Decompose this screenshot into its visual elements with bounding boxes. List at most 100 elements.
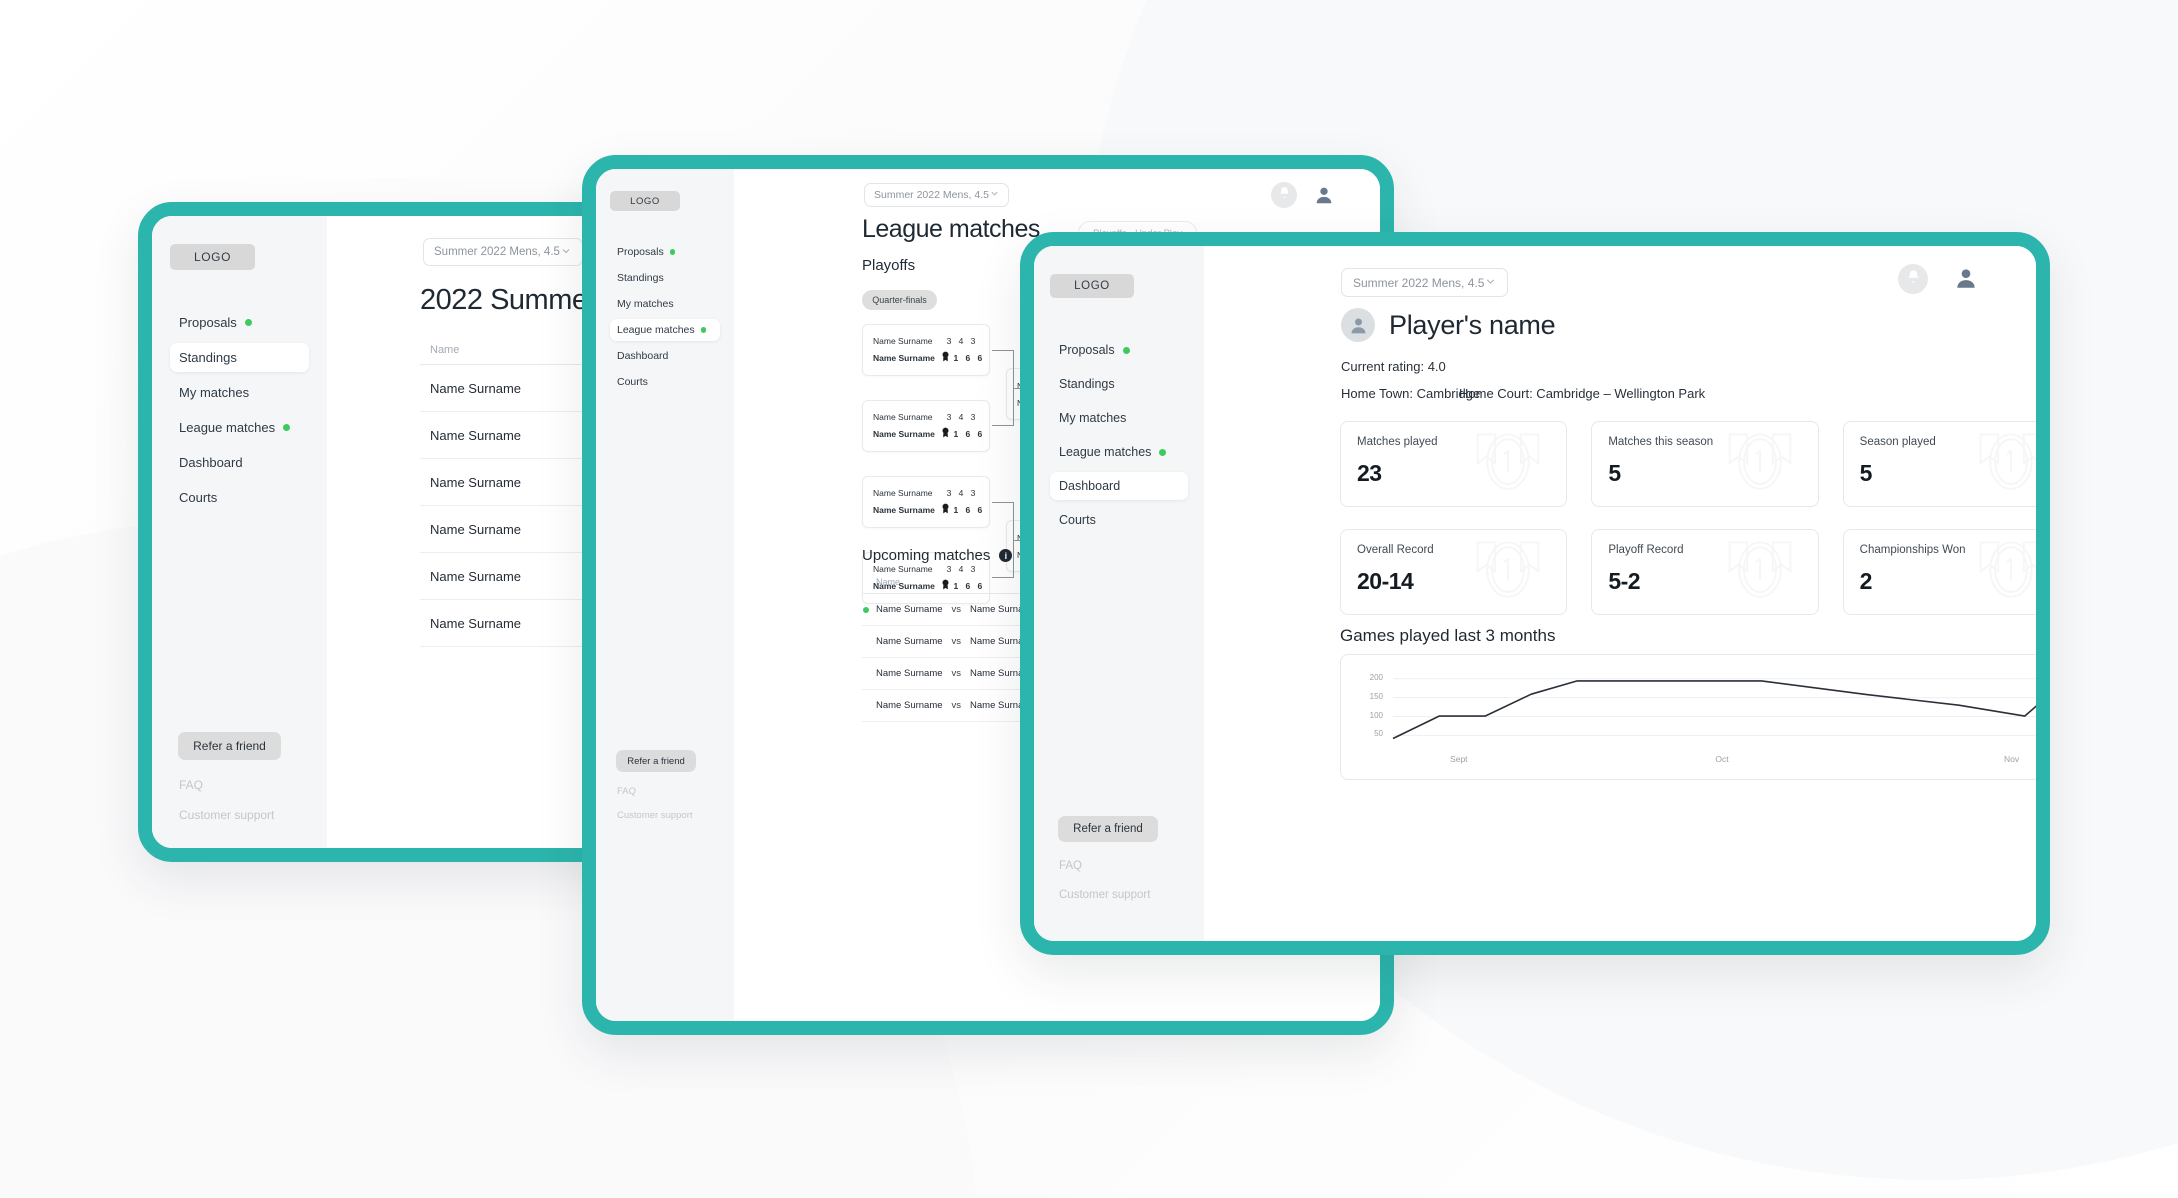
main-dashboard: Summer 2022 Mens, 4.5 Player's name Curr…: [1204, 246, 2036, 941]
sidebar-item-league-matches[interactable]: League matches: [170, 413, 309, 442]
logo[interactable]: LOGO: [170, 244, 255, 270]
medal-icon: [1712, 531, 1808, 610]
medal-icon: [1963, 423, 2036, 502]
status-dot-icon: [283, 424, 291, 431]
status-dot-icon: [700, 327, 707, 333]
sidebar-item-dashboard[interactable]: Dashboard: [1050, 472, 1188, 500]
faq-link[interactable]: FAQ: [617, 786, 696, 797]
page-title: League matches: [862, 215, 1040, 243]
sidebar-item-label: Proposals: [1059, 343, 1115, 357]
stat-card[interactable]: Season played 5: [1842, 421, 2036, 507]
sidebar-item-label: My matches: [179, 385, 250, 400]
current-rating: Current rating: 4.0: [1341, 359, 1446, 374]
status-dot-icon: [244, 319, 252, 326]
medal-icon: [1712, 423, 1808, 502]
nav-list: Proposals Standings My matches League ma…: [170, 308, 309, 512]
sidebar-item-label: Proposals: [617, 246, 664, 258]
nav-list: Proposals Standings My matches League ma…: [610, 241, 720, 393]
logo[interactable]: LOGO: [610, 191, 680, 211]
bracket-connector: [992, 350, 1014, 426]
status-dot-icon: [669, 249, 676, 255]
sidebar-item-proposals[interactable]: Proposals: [170, 308, 309, 337]
upcoming-heading-row: Upcoming matches i: [862, 547, 1013, 564]
window-dashboard[interactable]: LOGO Proposals Standings My matches Leag…: [1020, 232, 2050, 955]
sidebar-item-label: Dashboard: [179, 455, 243, 470]
stat-card[interactable]: Championships Won 2: [1842, 529, 2036, 615]
sidebar-item-proposals[interactable]: Proposals: [1050, 336, 1188, 364]
customer-support-link[interactable]: Customer support: [617, 810, 696, 821]
sidebar-item-label: Standings: [179, 350, 237, 365]
faq-link[interactable]: FAQ: [179, 778, 309, 792]
sidebar-item-dashboard[interactable]: Dashboard: [170, 448, 309, 477]
notifications-button[interactable]: [1898, 264, 1928, 294]
customer-support-link[interactable]: Customer support: [1059, 889, 1158, 901]
sidebar-item-label: My matches: [1059, 411, 1127, 425]
stat-card[interactable]: Matches played 23: [1340, 421, 1568, 507]
medal-icon: [1460, 423, 1556, 502]
sidebar-item-label: League matches: [617, 324, 695, 336]
refer-a-friend-button[interactable]: Refer a friend: [178, 732, 281, 760]
medal-icon: [1963, 531, 2036, 610]
live-dot-icon: [863, 607, 869, 613]
y-tick-label: 150: [1369, 691, 1383, 701]
season-select-value: Summer 2022 Mens, 4.5: [874, 189, 989, 201]
season-select[interactable]: Summer 2022 Mens, 4.5: [423, 238, 583, 266]
vs-label: vs: [951, 700, 962, 711]
home-player: Name Surname: [876, 636, 943, 647]
stat-card[interactable]: Playoff Record 5-2: [1591, 529, 1819, 615]
y-tick-label: 50: [1374, 729, 1383, 739]
account-button[interactable]: [1310, 181, 1338, 209]
season-select[interactable]: Summer 2022 Mens, 4.5: [864, 183, 1009, 207]
sidebar-item-courts[interactable]: Courts: [610, 371, 720, 393]
sidebar-item-courts[interactable]: Courts: [170, 483, 309, 512]
faq-link[interactable]: FAQ: [1059, 860, 1158, 872]
y-tick-label: 100: [1369, 710, 1383, 720]
chart-heading: Games played last 3 months: [1340, 626, 1556, 645]
sidebar-item-label: League matches: [179, 420, 276, 435]
season-select[interactable]: Summer 2022 Mens, 4.5: [1341, 268, 1508, 297]
round-tab-quarter-finals[interactable]: Quarter-finals: [862, 290, 937, 310]
logo[interactable]: LOGO: [1050, 274, 1134, 298]
sidebar-item-standings[interactable]: Standings: [170, 343, 309, 372]
bell-icon: [1278, 186, 1291, 204]
sidebar-item-label: Standings: [1059, 377, 1115, 391]
status-dot-icon: [1159, 448, 1167, 456]
sidebar-item-label: Dashboard: [617, 350, 669, 362]
account-button[interactable]: [1950, 262, 1982, 294]
season-select-value: Summer 2022 Mens, 4.5: [434, 246, 560, 258]
upcoming-heading: Upcoming matches: [862, 547, 991, 564]
sidebar-item-courts[interactable]: Courts: [1050, 506, 1188, 534]
home-player: Name Surname: [876, 668, 943, 679]
sidebar-item-label: Courts: [1059, 513, 1096, 527]
vs-label: vs: [951, 636, 962, 647]
sidebar-item-label: Dashboard: [1059, 479, 1121, 493]
sidebar-item-league-matches[interactable]: League matches: [1050, 438, 1188, 466]
sidebar-item-label: League matches: [1059, 445, 1152, 459]
sidebar-item-league-matches[interactable]: League matches: [610, 319, 720, 341]
x-tick-label: Sept: [1450, 754, 1468, 764]
bracket-connector: [992, 502, 1014, 578]
refer-a-friend-button[interactable]: Refer a friend: [616, 750, 696, 772]
refer-a-friend-button[interactable]: Refer a friend: [1058, 816, 1158, 842]
sidebar-item-dashboard[interactable]: Dashboard: [610, 345, 720, 367]
sidebar-league: LOGO Proposals Standings My matches Leag…: [596, 169, 734, 1021]
customer-support-link[interactable]: Customer support: [179, 808, 309, 822]
section-title-playoffs: Playoffs: [862, 257, 916, 274]
sidebar-standings: LOGO Proposals Standings My matches Leag…: [152, 216, 327, 848]
status-dot-icon: [1122, 346, 1130, 354]
stat-card[interactable]: Overall Record 20-14: [1340, 529, 1568, 615]
home-court: Home Court: Cambridge – Wellington Park: [1459, 386, 1706, 401]
sidebar-item-my-matches[interactable]: My matches: [610, 293, 720, 315]
sidebar-item-standings[interactable]: Standings: [610, 267, 720, 289]
season-select-value: Summer 2022 Mens, 4.5: [1353, 275, 1485, 290]
medal-icon: [1460, 531, 1556, 610]
notifications-button[interactable]: [1271, 182, 1297, 208]
sidebar-item-proposals[interactable]: Proposals: [610, 241, 720, 263]
stat-card[interactable]: Matches this season 5: [1591, 421, 1819, 507]
info-icon[interactable]: i: [999, 549, 1013, 562]
sidebar-item-label: Courts: [617, 376, 648, 388]
sidebar-item-standings[interactable]: Standings: [1050, 370, 1188, 398]
sidebar-item-my-matches[interactable]: My matches: [1050, 404, 1188, 432]
sidebar-item-label: Courts: [179, 490, 218, 505]
sidebar-item-my-matches[interactable]: My matches: [170, 378, 309, 407]
